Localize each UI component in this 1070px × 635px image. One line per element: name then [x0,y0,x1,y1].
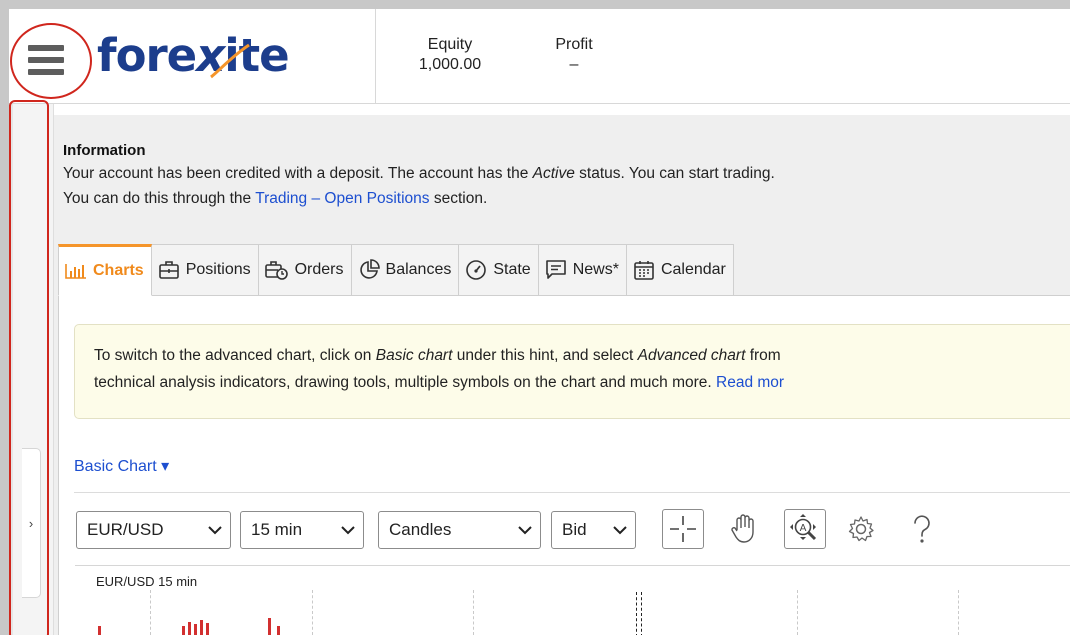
chevron-down-icon [613,525,627,534]
gear-icon [848,516,874,542]
bar-chart-icon [65,264,86,279]
tab-orders[interactable]: Orders [258,244,352,296]
hand-icon [731,514,754,543]
message-icon [545,260,566,279]
hint-line2: technical analysis indicators, drawing t… [94,374,784,392]
timeframe-select[interactable]: 15 min [240,511,364,549]
chart-gridline [797,590,798,635]
tab-label: News* [572,261,619,278]
tab-charts[interactable]: Charts [58,244,152,296]
tab-news[interactable]: News* [538,244,627,296]
candle [200,620,203,635]
crosshair-icon [670,516,696,542]
chart-caption: EUR/USD 15 min [96,574,198,589]
chart-time-marker [636,592,637,635]
gauge-icon [466,260,487,280]
header-divider [375,9,376,104]
profit-label: Profit [555,36,593,53]
svg-text:A: A [800,523,807,534]
hint-basic-chart: Basic chart [375,347,453,364]
trading-open-positions-link[interactable]: Trading – Open Positions [255,190,429,207]
calendar-icon [634,261,654,280]
candle [277,626,280,635]
equity-stat: Equity 1,000.00 [405,35,495,75]
tab-label: Calendar [660,261,726,278]
chevron-down-icon [341,525,355,534]
tab-label: Positions [185,261,251,278]
info-text: You can do this through the [63,190,256,207]
candle [206,623,209,635]
chevron-down-icon [518,525,532,534]
equity-value: 1,000.00 [418,56,482,73]
info-message-line2: You can do this through the Trading – Op… [63,190,487,208]
chart-type-select[interactable]: Candles [378,511,541,549]
candle [188,622,191,635]
profit-stat: Profit – [538,35,610,75]
briefcase-icon [158,261,179,279]
tab-balances[interactable]: Balances [351,244,460,296]
chart-gridline [473,590,474,635]
tab-state[interactable]: State [459,244,539,296]
chart-time-marker [641,592,642,635]
forexite-logo[interactable]: fore x ite [97,27,290,83]
question-mark-icon [914,515,930,543]
main-tabs: Charts Positions Orders Balances State N… [58,244,734,296]
hint-text: technical analysis indicators, drawing t… [94,374,717,391]
tab-label: Balances [385,261,452,278]
symbol-select-value: EUR/USD [87,520,164,539]
chart-gridline [312,590,313,635]
timeframe-select-value: 15 min [251,520,303,539]
read-more-link[interactable]: Read mor [716,374,784,391]
logo-text-left: fore [97,28,197,82]
menu-highlight-circle [10,23,92,99]
profit-value: – [569,56,579,73]
tab-label: Charts [93,262,144,279]
symbol-select[interactable]: EUR/USD [76,511,231,549]
chart-gridline [958,590,959,635]
price-type-select[interactable]: Bid [551,511,636,549]
info-text: status. You can start trading. [574,165,775,182]
advanced-chart-hint: To switch to the advanced chart, click o… [74,324,1070,419]
chart-gridline [150,590,151,635]
candle [268,618,271,635]
sidebar-highlight-box [9,100,49,635]
hint-text: from [745,347,781,364]
divider [74,492,1070,493]
pan-tool-button[interactable] [723,509,765,549]
pie-chart-icon [359,259,380,279]
clock-briefcase-icon [264,261,288,280]
tab-label: State [493,261,531,278]
hint-text: under this hint, and select [452,347,638,364]
chevron-down-icon [208,525,222,534]
chart-mode-dropdown[interactable]: Basic Chart ▾ [74,456,169,476]
info-text: Your account has been credited with a de… [63,165,533,182]
auto-scale-tool-button[interactable]: A [784,509,826,549]
candle [98,626,101,635]
auto-scale-icon: A [790,514,817,541]
candle [182,626,185,635]
price-chart[interactable] [75,565,1070,635]
window-frame-left [0,0,9,635]
info-status-active: Active [532,165,575,182]
hint-advanced-chart: Advanced chart [637,347,746,364]
tab-positions[interactable]: Positions [151,244,259,296]
window-frame-top [8,0,1070,9]
info-text: section. [429,190,488,207]
equity-label: Equity [427,36,473,53]
info-message-line1: Your account has been credited with a de… [63,165,775,183]
candle [194,624,197,635]
logo-swoosh-icon [210,43,250,79]
info-title: Information [63,142,146,159]
price-type-select-value: Bid [562,520,587,539]
hint-text: To switch to the advanced chart, click o… [94,347,376,364]
chart-help-button[interactable] [901,509,943,549]
chart-type-select-value: Candles [389,520,452,539]
crosshair-tool-button[interactable] [662,509,704,549]
hint-line1: To switch to the advanced chart, click o… [94,347,781,365]
tab-calendar[interactable]: Calendar [626,244,734,296]
chart-settings-button[interactable] [840,509,882,549]
tab-label: Orders [294,261,344,278]
